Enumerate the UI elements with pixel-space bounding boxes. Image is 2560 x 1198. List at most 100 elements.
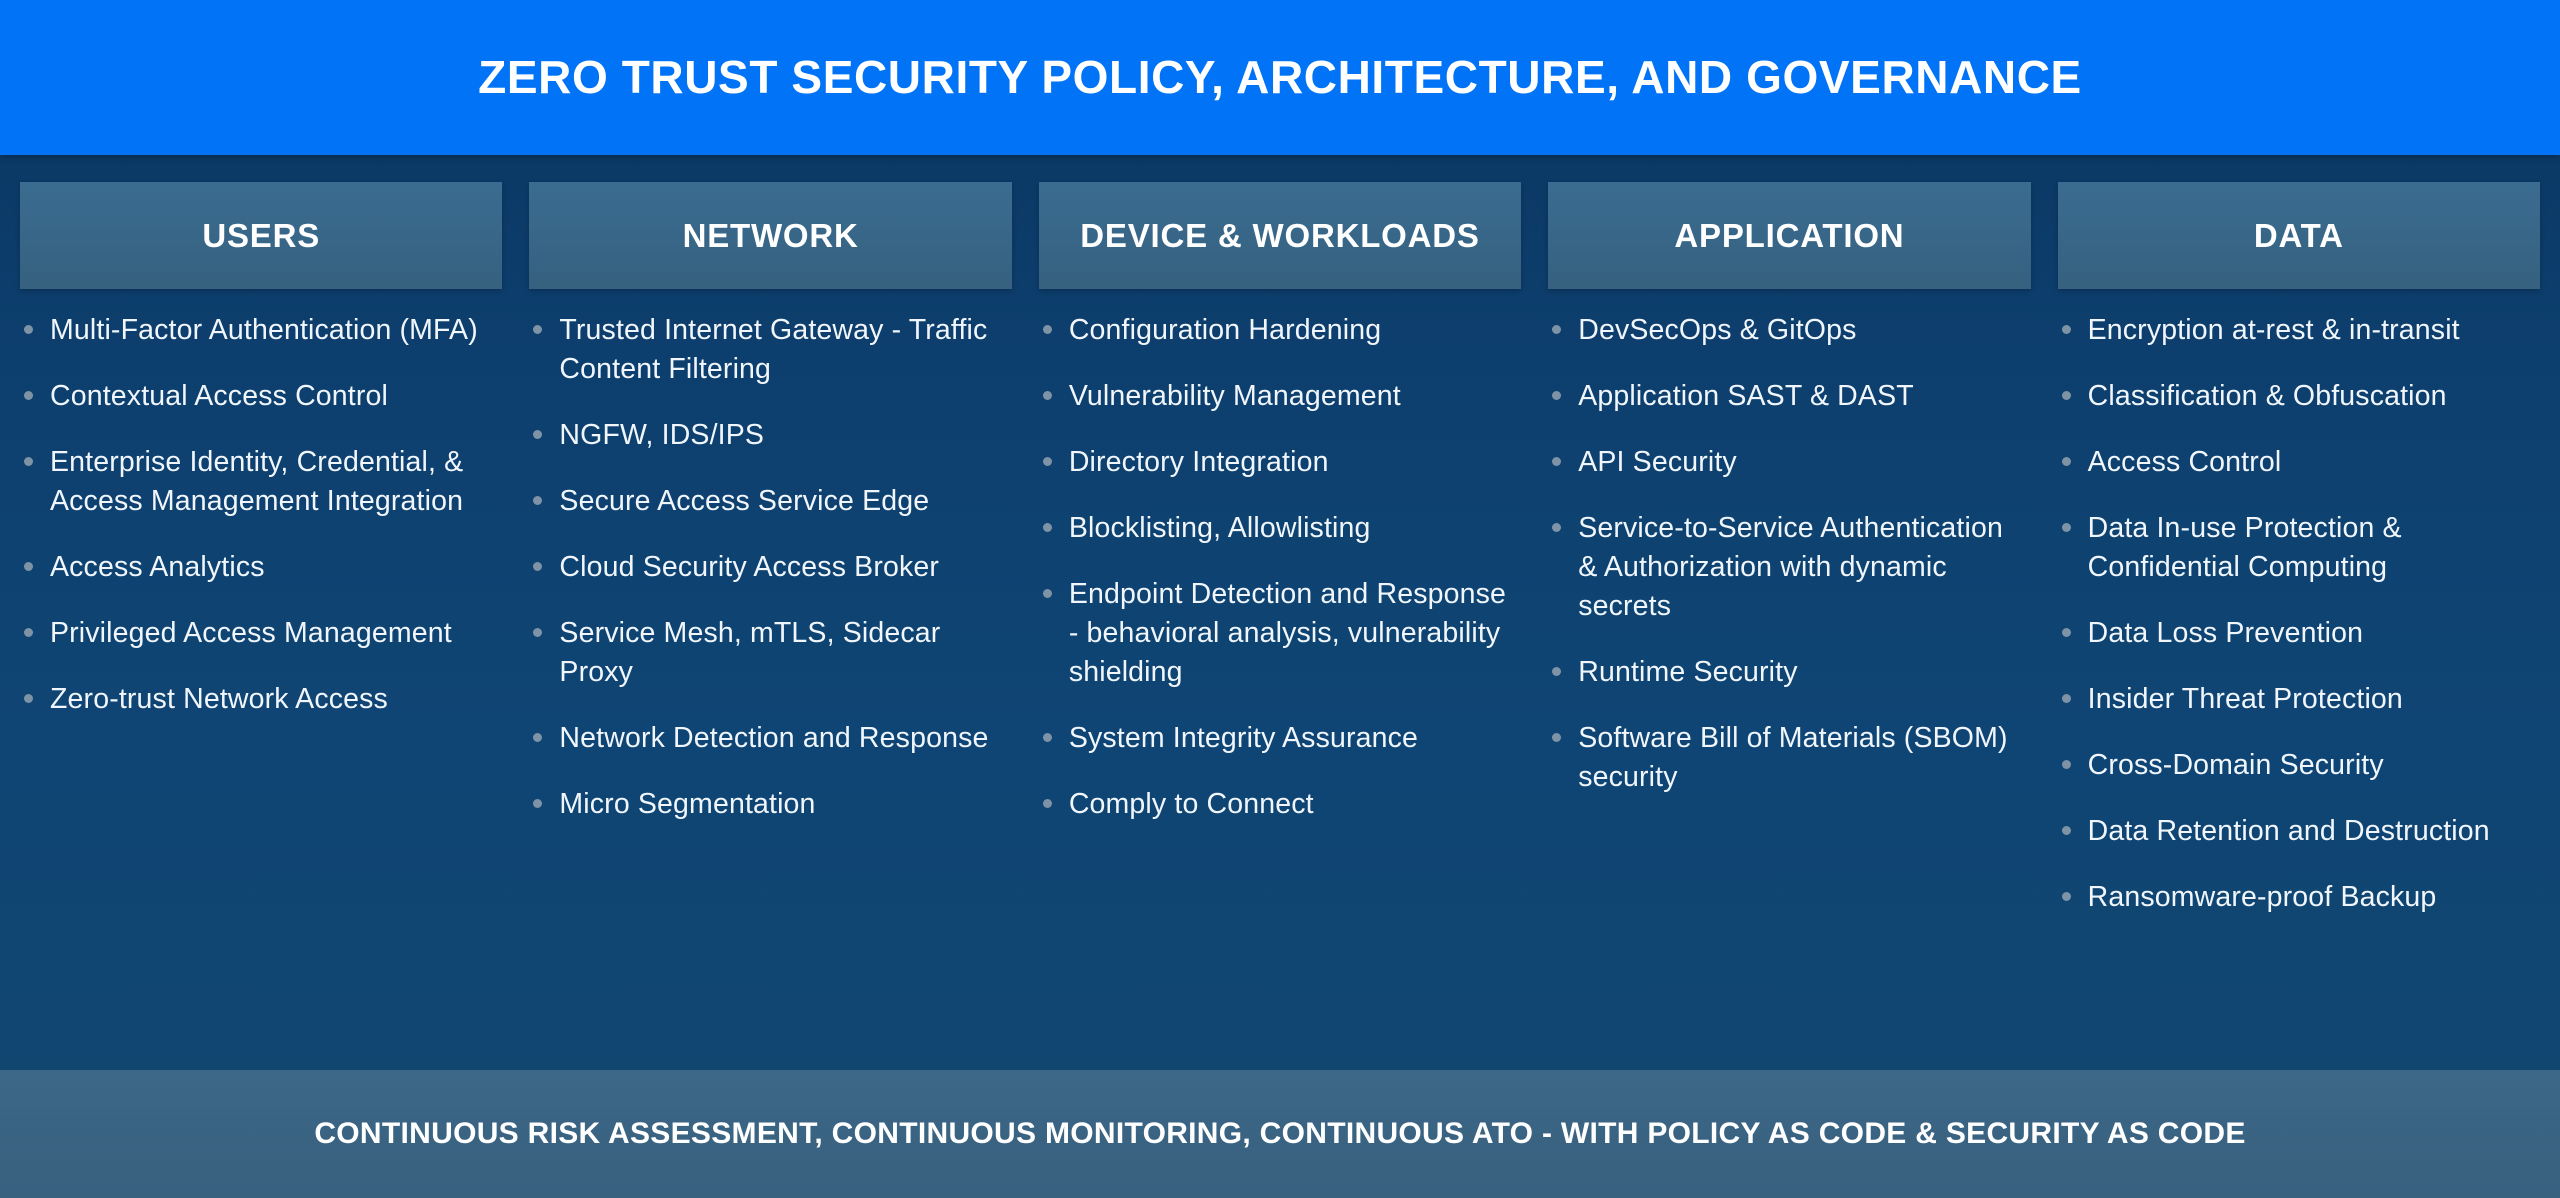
list-item-label: Privileged Access Management (50, 617, 452, 650)
list-item: Cross-Domain Security (2058, 746, 2534, 785)
list-item-label: Runtime Security (1578, 656, 1798, 689)
list-item: Multi-Factor Authentication (MFA) (20, 311, 496, 350)
list-item-label: System Integrity Assurance (1068, 722, 1419, 755)
list-item-label: Classification & Obfuscation (2087, 380, 2447, 413)
pillar-list-application: DevSecOps & GitOps Application SAST & DA… (1548, 311, 2030, 824)
bullet-icon (2061, 892, 2071, 902)
list-item-label: API Security (1578, 446, 1737, 479)
list-item: Ransomware-proof Backup (2058, 878, 2534, 917)
bullet-icon (24, 694, 33, 704)
list-item-label: Endpoint Detection and Response - behavi… (1068, 578, 1507, 689)
list-item: Zero-trust Network Access (20, 680, 496, 719)
footer-banner: CONTINUOUS RISK ASSESSMENT, CONTINUOUS M… (0, 1070, 2560, 1198)
list-item: Comply to Connect (1039, 785, 1515, 824)
list-item: Network Detection and Response (529, 719, 1005, 758)
list-item: Data Retention and Destruction (2058, 812, 2534, 851)
list-item-label: Data In-use Protection & Confidential Co… (2087, 512, 2402, 584)
list-item: Trusted Internet Gateway - Traffic Conte… (529, 311, 1005, 389)
list-item-label: Micro Segmentation (559, 788, 816, 821)
list-item: Contextual Access Control (20, 377, 496, 416)
list-item: NGFW, IDS/IPS (529, 416, 1005, 455)
list-item: DevSecOps & GitOps (1548, 311, 2024, 350)
list-item: Data Loss Prevention (2058, 614, 2534, 653)
list-item: Configuration Hardening (1039, 311, 1515, 350)
bullet-icon (1042, 457, 1052, 467)
pillar-list-users: Multi-Factor Authentication (MFA) Contex… (20, 311, 502, 746)
bullet-icon (2061, 325, 2071, 334)
bullet-icon (533, 325, 543, 334)
footer-statement: CONTINUOUS RISK ASSESSMENT, CONTINUOUS M… (314, 1117, 2246, 1150)
pillar-title-data: DATA (2253, 216, 2344, 254)
list-item: Service Mesh, mTLS, Sidecar Proxy (529, 614, 1005, 692)
list-item-label: Data Retention and Destruction (2087, 815, 2490, 848)
bullet-icon (1552, 391, 1562, 401)
list-item-label: Enterprise Identity, Credential, & Acces… (50, 446, 464, 518)
list-item: System Integrity Assurance (1039, 719, 1515, 758)
bullet-icon (2061, 694, 2071, 704)
bullet-icon (2061, 523, 2071, 533)
list-item-label: Cloud Security Access Broker (559, 551, 940, 584)
list-item-label: Contextual Access Control (50, 380, 388, 413)
bullet-icon (533, 496, 543, 506)
list-item-label: NGFW, IDS/IPS (559, 419, 765, 452)
list-item: Data In-use Protection & Confidential Co… (2058, 509, 2534, 587)
list-item: Directory Integration (1039, 443, 1515, 482)
list-item-label: Trusted Internet Gateway - Traffic Conte… (559, 314, 988, 386)
list-item-label: Software Bill of Materials (SBOM) securi… (1578, 722, 2008, 794)
page-title: ZERO TRUST SECURITY POLICY, ARCHITECTURE… (478, 51, 2082, 104)
bullet-icon (1552, 457, 1562, 467)
list-item: Service-to-Service Authentication & Auth… (1548, 509, 2024, 626)
bullet-icon (2061, 457, 2071, 467)
bullet-icon (24, 325, 33, 334)
list-item: Application SAST & DAST (1548, 377, 2024, 416)
list-item: Runtime Security (1548, 653, 2024, 692)
bullet-icon (1552, 523, 1562, 533)
pillar-header-network: NETWORK (529, 182, 1012, 289)
bullet-icon (24, 457, 33, 467)
pillar-header-application: APPLICATION (1548, 182, 2031, 289)
bullet-icon (1552, 667, 1562, 677)
bullet-icon (1042, 799, 1052, 809)
bullet-icon (533, 562, 543, 572)
bullet-icon (1552, 733, 1562, 743)
title-banner: ZERO TRUST SECURITY POLICY, ARCHITECTURE… (0, 0, 2560, 155)
list-item-label: Insider Threat Protection (2087, 683, 2403, 716)
bullet-icon (1042, 523, 1052, 533)
pillar-column-network: NETWORK Trusted Internet Gateway - Traff… (529, 182, 1012, 851)
list-item: Insider Threat Protection (2058, 680, 2534, 719)
bullet-icon (533, 430, 543, 440)
list-item-label: Directory Integration (1068, 446, 1329, 479)
bullet-icon (533, 628, 543, 638)
list-item-label: Application SAST & DAST (1578, 380, 1914, 413)
list-item-label: Data Loss Prevention (2087, 617, 2364, 650)
list-item-label: Service Mesh, mTLS, Sidecar Proxy (559, 617, 941, 689)
pillar-header-device-workloads: DEVICE & WORKLOADS (1038, 182, 1522, 289)
bullet-icon (2061, 826, 2071, 836)
list-item: Micro Segmentation (529, 785, 1005, 824)
list-item: Secure Access Service Edge (529, 482, 1005, 521)
pillar-header-data: DATA (2057, 182, 2541, 289)
list-item: Blocklisting, Allowlisting (1039, 509, 1515, 548)
list-item-label: Access Analytics (50, 551, 265, 584)
pillar-header-users: USERS (20, 182, 503, 289)
list-item-label: Cross-Domain Security (2087, 749, 2384, 782)
pillar-column-users: USERS Multi-Factor Authentication (MFA) … (20, 182, 503, 746)
list-item: Enterprise Identity, Credential, & Acces… (20, 443, 496, 521)
list-item-label: Access Control (2087, 446, 2282, 479)
list-item-label: DevSecOps & GitOps (1578, 314, 1857, 346)
pillar-list-network: Trusted Internet Gateway - Traffic Conte… (529, 311, 1011, 851)
list-item: Access Analytics (20, 548, 496, 587)
list-item-label: Comply to Connect (1068, 788, 1314, 821)
pillar-list-device-workloads: Configuration Hardening Vulnerability Ma… (1039, 311, 1521, 851)
zero-trust-infographic: ZERO TRUST SECURITY POLICY, ARCHITECTURE… (0, 0, 2560, 1198)
list-item-label: Vulnerability Management (1068, 380, 1401, 413)
bullet-icon (24, 628, 33, 638)
list-item: Access Control (2058, 443, 2534, 482)
list-item-label: Multi-Factor Authentication (MFA) (50, 314, 478, 346)
pillar-column-application: APPLICATION DevSecOps & GitOps Applicati… (1548, 182, 2031, 824)
bullet-icon (533, 733, 543, 743)
pillar-column-data: DATA Encryption at-rest & in-transit Cla… (2057, 182, 2541, 944)
pillar-column-device-workloads: DEVICE & WORKLOADS Configuration Hardeni… (1038, 182, 1522, 851)
bullet-icon (24, 391, 33, 401)
bullet-icon (1552, 325, 1562, 334)
